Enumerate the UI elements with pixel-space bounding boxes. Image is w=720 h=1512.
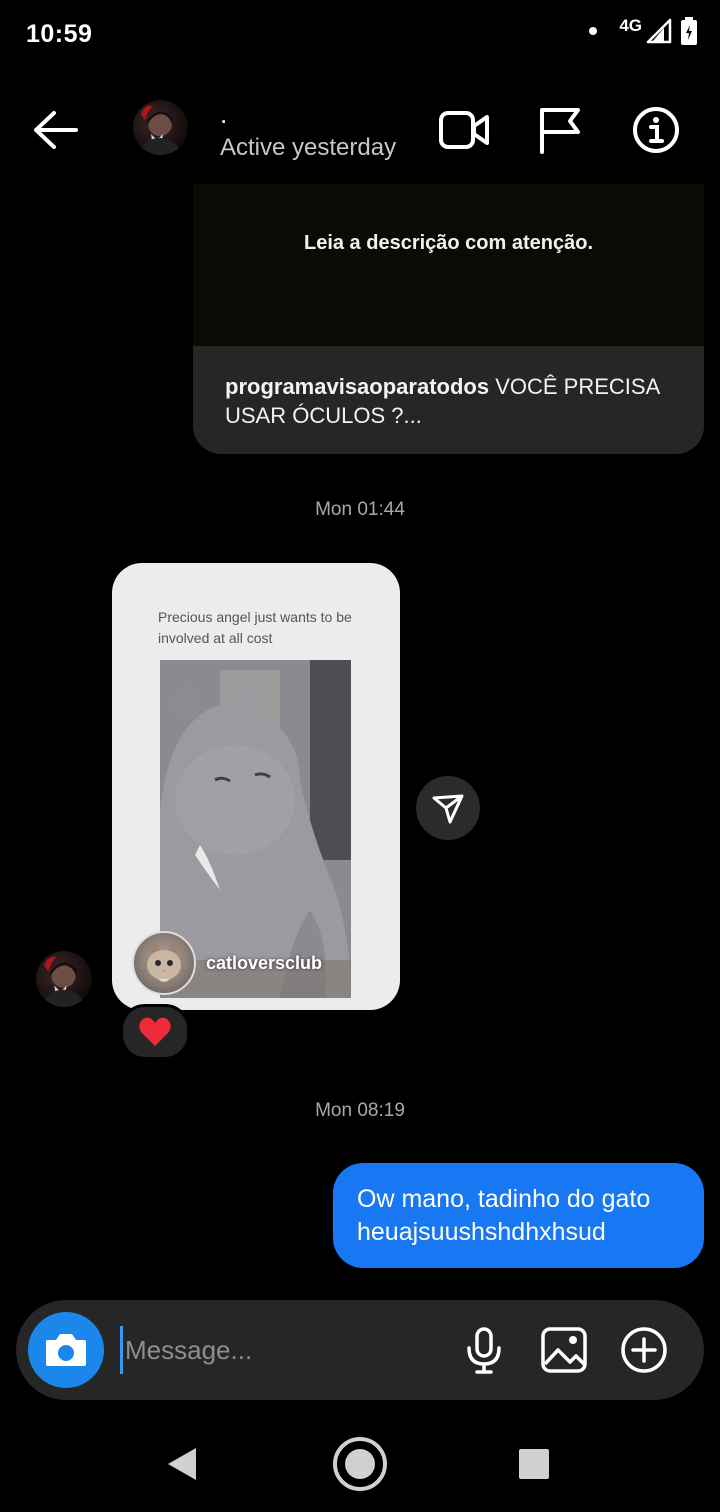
reel-author[interactable]: catloversclub <box>132 931 322 995</box>
shared-post-username: programavisaoparatodos <box>225 374 490 399</box>
shared-reel-card[interactable]: Precious angel just wants to be involved… <box>112 563 400 1010</box>
send-paper-plane-icon <box>432 794 464 824</box>
microphone-icon <box>467 1327 501 1374</box>
camera-icon <box>46 1334 86 1366</box>
camera-button[interactable] <box>28 1312 104 1388</box>
home-circle-icon <box>333 1437 387 1491</box>
reel-caption: Precious angel just wants to be involved… <box>158 609 352 646</box>
recents-square-icon <box>519 1449 549 1479</box>
share-reel-button[interactable] <box>416 776 480 840</box>
video-call-button[interactable] <box>438 104 490 156</box>
voice-message-button[interactable] <box>460 1326 508 1374</box>
reel-author-avatar <box>132 931 196 995</box>
message-timestamp: Mon 01:44 <box>315 499 405 520</box>
shared-post-preview-text: Leia a descrição com atenção. <box>303 232 594 254</box>
report-flag-button[interactable] <box>536 104 588 156</box>
kitten-avatar-image <box>147 939 181 982</box>
message-timestamp: Mon 08:19 <box>315 1100 405 1121</box>
shared-post-preview: Leia a descrição com atenção. <box>193 184 704 346</box>
message-input[interactable] <box>120 1326 445 1374</box>
gallery-icon <box>541 1327 587 1373</box>
message-reaction[interactable] <box>120 1004 190 1060</box>
message-composer <box>16 1300 704 1400</box>
contact-activity-status: Active yesterday <box>220 134 397 161</box>
nav-back-button[interactable] <box>166 1432 198 1487</box>
add-icon <box>621 1327 667 1373</box>
flag-icon <box>540 108 580 154</box>
network-type: 4G <box>619 16 642 35</box>
heart-icon <box>139 1017 171 1046</box>
reel-author-name: catloversclub <box>206 952 323 973</box>
back-triangle-icon <box>168 1448 196 1480</box>
sender-avatar[interactable] <box>36 951 92 1007</box>
shared-post-card[interactable]: Leia a descrição com atenção. programavi… <box>193 184 704 454</box>
contact-name[interactable]: . <box>220 101 227 127</box>
avatar-image <box>139 105 181 155</box>
nav-home-button[interactable] <box>331 1432 389 1497</box>
notification-dot-icon <box>589 27 598 35</box>
info-icon <box>633 107 679 153</box>
back-arrow-icon <box>34 111 78 149</box>
conversation-info-button[interactable] <box>630 104 682 156</box>
gallery-button[interactable] <box>540 1326 588 1374</box>
more-options-button[interactable] <box>620 1326 668 1374</box>
avatar-image <box>42 956 85 1007</box>
shared-post-caption: programavisaoparatodos VOCÊ PRECISA USAR… <box>225 372 680 430</box>
status-icons: 4G <box>589 16 698 46</box>
video-call-icon <box>439 111 489 149</box>
status-time: 10:59 <box>26 20 93 48</box>
contact-avatar[interactable] <box>133 100 188 155</box>
outgoing-message-bubble[interactable]: Ow mano, tadinho do gato heuajsuushshdhx… <box>333 1163 704 1268</box>
back-button[interactable] <box>30 106 80 154</box>
nav-recents-button[interactable] <box>518 1432 550 1489</box>
signal-icon <box>646 18 672 44</box>
battery-icon <box>681 17 697 45</box>
